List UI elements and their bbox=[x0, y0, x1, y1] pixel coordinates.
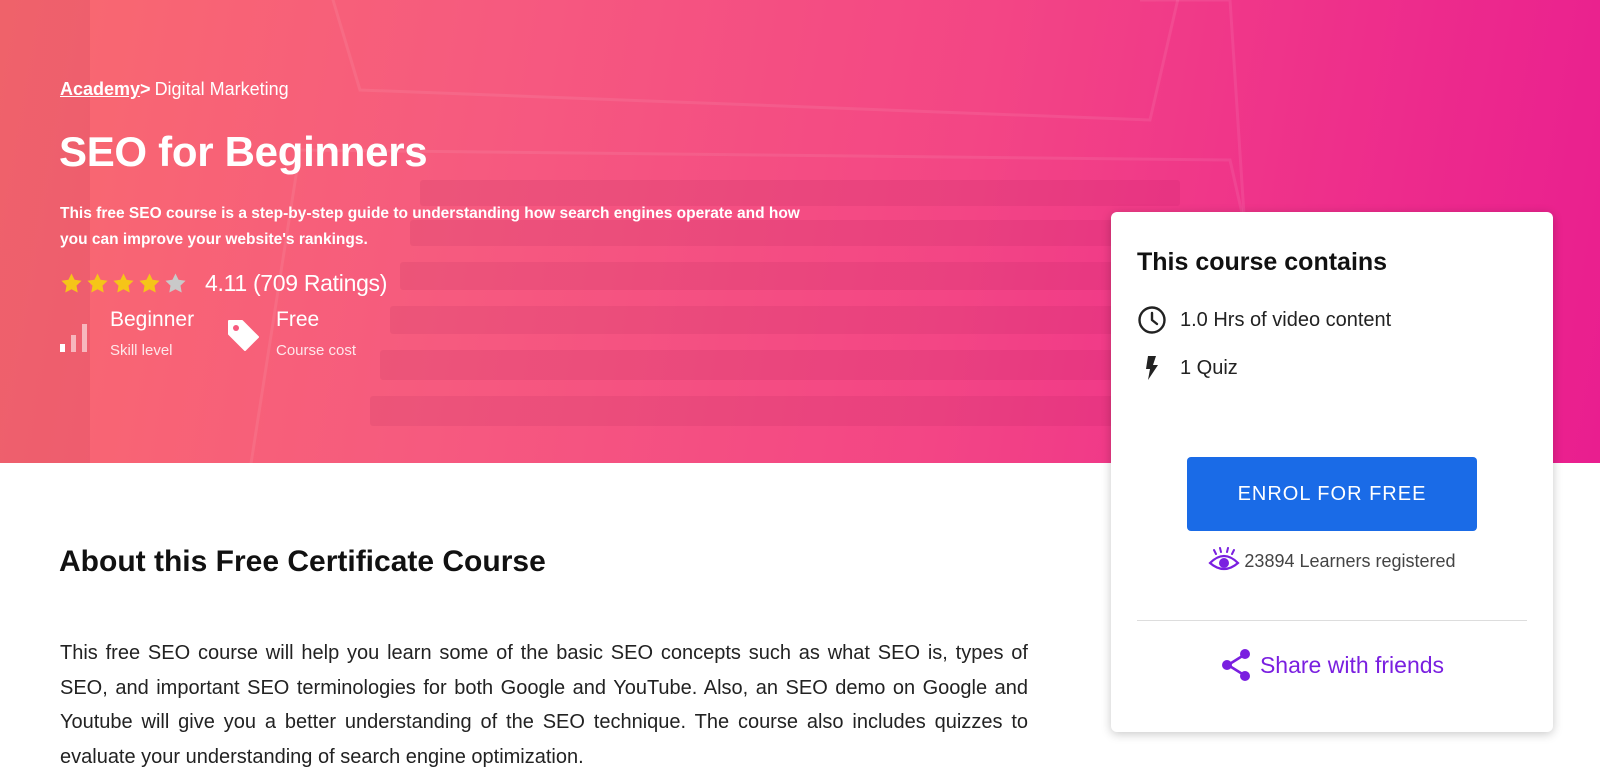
breadcrumb-separator: > bbox=[140, 79, 151, 99]
share-with-friends-link[interactable]: Share with friends bbox=[1111, 648, 1553, 682]
eye-icon bbox=[1208, 547, 1241, 571]
skill-level-bars-icon bbox=[60, 324, 87, 352]
video-content-item: 1.0 Hrs of video content bbox=[1137, 305, 1391, 335]
about-section-body: This free SEO course will help you learn… bbox=[60, 642, 1028, 768]
star-icon bbox=[165, 272, 186, 293]
breadcrumb-current: Digital Marketing bbox=[154, 79, 289, 99]
enrol-for-free-button[interactable]: ENROL FOR FREE bbox=[1187, 457, 1477, 531]
price-tag-icon bbox=[228, 320, 259, 351]
about-section-title: About this Free Certificate Course bbox=[59, 545, 546, 578]
learners-registered: 23894 Learners registered bbox=[1111, 547, 1553, 575]
rating-text: 4.11 (709 Ratings) bbox=[205, 269, 388, 296]
breadcrumb-academy-link[interactable]: Academy bbox=[60, 79, 140, 99]
share-with-friends-text: Share with friends bbox=[1259, 651, 1445, 678]
course-title: SEO for Beginners bbox=[59, 128, 428, 175]
quiz-item: 1 Quiz bbox=[1137, 353, 1238, 383]
star-icon bbox=[61, 272, 82, 293]
skill-level-value: Beginner bbox=[110, 308, 195, 331]
course-description: This free SEO course is a step-by-step g… bbox=[60, 205, 800, 248]
course-rating: 4.11 (709 Ratings) bbox=[60, 266, 387, 300]
video-content-text: 1.0 Hrs of video content bbox=[1180, 308, 1392, 331]
skill-level-label: Skill level bbox=[110, 342, 173, 359]
quiz-text: 1 Quiz bbox=[1180, 356, 1238, 379]
course-contents-card: This course contains 1.0 Hrs of video co… bbox=[1111, 212, 1553, 732]
course-cost-value: Free bbox=[276, 308, 320, 331]
share-icon bbox=[1221, 649, 1250, 681]
lightning-icon bbox=[1146, 356, 1158, 380]
clock-icon bbox=[1138, 306, 1166, 334]
star-icon bbox=[87, 272, 108, 293]
card-divider bbox=[1137, 620, 1527, 621]
course-cost-label: Course cost bbox=[276, 342, 357, 359]
learners-registered-text: 23894 Learners registered bbox=[1244, 550, 1456, 571]
skill-level: Beginner Skill level bbox=[60, 308, 194, 359]
star-icon bbox=[113, 272, 134, 293]
rating-stars bbox=[60, 272, 187, 295]
course-cost: Free Course cost bbox=[226, 308, 356, 359]
card-title: This course contains bbox=[1137, 248, 1388, 276]
breadcrumb: Academy> Digital Marketing bbox=[60, 79, 289, 100]
star-icon bbox=[139, 272, 160, 293]
